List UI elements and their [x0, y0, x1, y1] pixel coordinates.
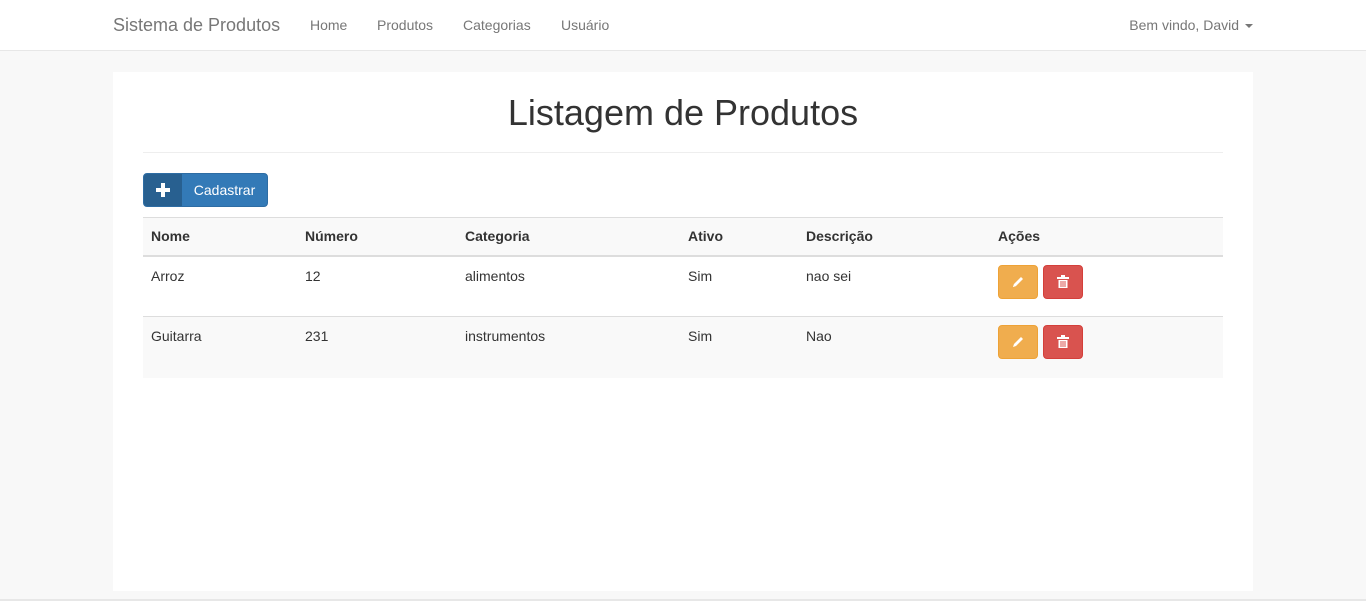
edit-button[interactable] [998, 264, 1038, 299]
main-panel: Listagem de Produtos Cadastrar Nome Núme… [113, 72, 1253, 591]
user-dropdown-label: Bem vindo, David [1129, 17, 1239, 33]
title-divider [143, 152, 1223, 153]
table-row: Guitarra 231 instrumentos Sim Nao [143, 316, 1223, 378]
header-descricao: Descrição [806, 228, 873, 245]
plus-icon [144, 174, 182, 206]
cell-numero: 12 [305, 267, 321, 284]
table-row: Arroz 12 alimentos Sim nao sei [143, 255, 1223, 317]
trash-icon [1056, 274, 1069, 288]
cell-numero: 231 [305, 328, 329, 344]
cadastrar-button[interactable]: Cadastrar [143, 173, 268, 207]
pencil-icon [1013, 337, 1023, 347]
header-numero: Número [305, 228, 358, 245]
cadastrar-button-label: Cadastrar [193, 182, 256, 198]
user-dropdown[interactable]: Bem vindo, David [1129, 16, 1253, 34]
cell-categoria: instrumentos [465, 328, 546, 344]
nav-item-produtos[interactable]: Produtos [377, 16, 433, 34]
nav-item-usuario[interactable]: Usuário [561, 16, 609, 34]
cell-ativo: Sim [688, 267, 713, 284]
cell-descricao: Nao [806, 328, 832, 344]
header-ativo: Ativo [688, 228, 723, 245]
page-title: Listagem de Produtos [507, 92, 859, 133]
cell-acoes [990, 317, 1223, 378]
cell-acoes [990, 256, 1223, 317]
cell-nome: Arroz [151, 267, 185, 284]
caret-down-icon [1245, 23, 1253, 28]
header-nome: Nome [151, 228, 190, 245]
cell-ativo: Sim [688, 328, 713, 344]
cell-descricao: nao sei [806, 267, 852, 284]
nav-item-categorias[interactable]: Categorias [463, 16, 531, 34]
delete-button[interactable] [1042, 325, 1083, 359]
cell-nome: Guitarra [151, 328, 202, 344]
navbar-brand[interactable]: Sistema de Produtos [113, 14, 280, 36]
nav-item-home[interactable]: Home [310, 16, 347, 34]
delete-button[interactable] [1042, 264, 1083, 299]
products-table: Nome Número Categoria Ativo Descrição Aç… [143, 217, 1223, 378]
edit-button[interactable] [998, 325, 1038, 359]
header-acoes: Ações [998, 228, 1041, 245]
pencil-icon [1013, 276, 1023, 287]
header-categoria: Categoria [465, 228, 530, 245]
top-navbar: Sistema de Produtos Home Produtos Catego… [0, 0, 1366, 51]
table-header-row: Nome Número Categoria Ativo Descrição Aç… [143, 217, 1223, 256]
trash-icon [1056, 335, 1069, 348]
cell-categoria: alimentos [465, 267, 525, 284]
